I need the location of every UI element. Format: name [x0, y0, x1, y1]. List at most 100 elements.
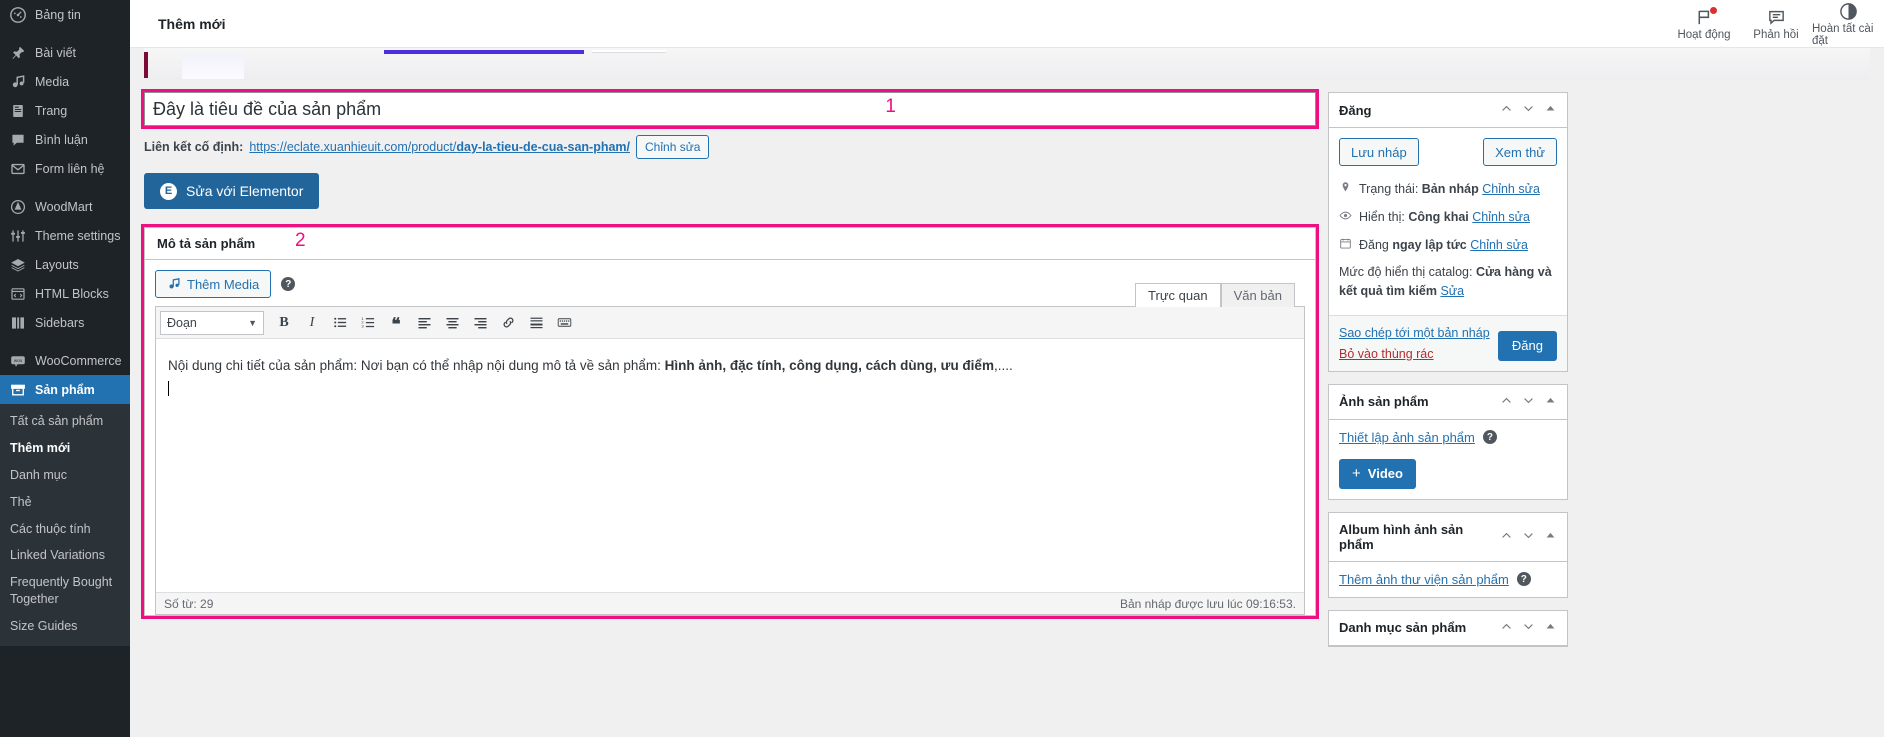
move-up-icon[interactable] — [1500, 102, 1513, 118]
move-up-icon[interactable] — [1500, 394, 1513, 410]
sidebar-label: WooCommerce — [35, 353, 122, 368]
media-row: Thêm Media ? Trực quan Văn bản — [155, 268, 1305, 307]
feedback-button[interactable]: Phản hồi — [1740, 0, 1812, 48]
product-title-input[interactable]: Đây là tiêu đề của sản phẩm — [141, 89, 1319, 129]
feedback-label: Phản hồi — [1753, 28, 1799, 41]
product-gallery-metabox-body: Thêm ảnh thư viện sản phẩm ? — [1329, 562, 1567, 597]
sidebar-item-woodmart[interactable]: WoodMart — [0, 192, 130, 221]
sidebar-item-layouts[interactable]: Layouts — [0, 250, 130, 279]
move-up-icon[interactable] — [1500, 620, 1513, 636]
sidebar-item-media[interactable]: Media — [0, 67, 130, 96]
link-icon[interactable] — [495, 311, 521, 335]
move-down-icon[interactable] — [1522, 620, 1535, 636]
publish-metabox-body: Lưu nháp Xem thử Trạng thái: Bản nháp Ch… — [1329, 128, 1567, 315]
page-title: Thêm mới — [158, 15, 226, 32]
sidebar-item-dashboard[interactable]: Bảng tin — [0, 0, 130, 29]
publish-metabox-title: Đăng — [1339, 102, 1372, 118]
sidebar-item-comments[interactable]: Bình luận — [0, 125, 130, 154]
autosave-notice: Bản nháp được lưu lúc 09:16:53. — [1119, 596, 1296, 611]
bulleted-list-icon[interactable] — [327, 311, 353, 335]
metabox-controls — [1500, 102, 1557, 118]
format-select[interactable]: Đoạn ▼ — [160, 310, 264, 335]
activity-button[interactable]: Hoạt động — [1668, 0, 1740, 48]
permalink-link[interactable]: https://eclate.xuanhieuit.com/product/da… — [249, 140, 630, 154]
help-icon[interactable]: ? — [1516, 572, 1531, 587]
align-right-icon[interactable] — [467, 311, 493, 335]
copy-to-draft-link[interactable]: Sao chép tới một bản nháp — [1339, 326, 1490, 340]
preview-button[interactable]: Xem thử — [1483, 138, 1557, 166]
move-to-trash-link[interactable]: Bỏ vào thùng rác — [1339, 347, 1490, 361]
move-up-icon[interactable] — [1500, 529, 1513, 545]
woo-icon: woo — [9, 352, 27, 370]
sidebar-item-woocommerce[interactable]: woo WooCommerce — [0, 346, 130, 375]
submenu-item-frequently-bought-together[interactable]: Frequently Bought Together — [0, 569, 130, 613]
sidebar-item-products[interactable]: Sản phẩm — [0, 375, 130, 404]
publish-button[interactable]: Đăng — [1497, 330, 1557, 361]
text-caret — [168, 380, 169, 396]
sidebar-item-theme-settings[interactable]: Theme settings — [0, 221, 130, 250]
sidebar-item-contact-form[interactable]: Form liên hệ — [0, 154, 130, 183]
edit-status-link[interactable]: Chỉnh sửa — [1482, 182, 1540, 196]
elementor-panel-remnant — [144, 48, 1870, 80]
add-gallery-row: Thêm ảnh thư viện sản phẩm ? — [1339, 572, 1557, 587]
sidebar-item-pages[interactable]: Trang — [0, 96, 130, 125]
comment-icon — [9, 131, 27, 149]
add-video-button[interactable]: + Video — [1339, 458, 1416, 489]
sidebar-label: Media — [35, 74, 70, 89]
submenu-item-add-new[interactable]: Thêm mới — [0, 435, 130, 462]
edit-schedule-link[interactable]: Chỉnh sửa — [1470, 238, 1528, 252]
pin-marker-icon — [1339, 180, 1353, 200]
product-categories-metabox: Danh mục sản phẩm — [1328, 609, 1568, 647]
submenu-item-size-guides[interactable]: Size Guides — [0, 613, 130, 640]
edit-visibility-link[interactable]: Chỉnh sửa — [1472, 210, 1530, 224]
submenu-item-all-products[interactable]: Tất cả sản phẩm — [0, 408, 130, 435]
remnant-box — [182, 53, 244, 79]
sidebar-item-html-blocks[interactable]: HTML Blocks — [0, 279, 130, 308]
read-more-icon[interactable] — [523, 311, 549, 335]
page-icon — [9, 102, 27, 120]
help-icon[interactable]: ? — [1482, 430, 1497, 445]
feedback-icon — [1767, 8, 1786, 28]
toggle-panel-icon[interactable] — [1544, 529, 1557, 545]
set-product-image-link[interactable]: Thiết lập ảnh sản phẩm — [1339, 430, 1475, 445]
sidebar-item-posts[interactable]: Bài viết — [0, 38, 130, 67]
product-image-metabox-title: Ảnh sản phẩm — [1339, 394, 1429, 410]
move-down-icon[interactable] — [1522, 102, 1535, 118]
toggle-panel-icon[interactable] — [1544, 620, 1557, 636]
tab-visual[interactable]: Trực quan — [1135, 283, 1221, 307]
remnant-progress-bar-2 — [592, 50, 666, 53]
submenu-item-attributes[interactable]: Các thuộc tính — [0, 516, 130, 543]
tab-text[interactable]: Văn bản — [1220, 283, 1295, 307]
products-submenu: Tất cả sản phẩm Thêm mới Danh mục Thẻ Cá… — [0, 404, 130, 646]
bold-icon[interactable]: B — [271, 311, 297, 335]
submenu-item-categories[interactable]: Danh mục — [0, 462, 130, 489]
toggle-panel-icon[interactable] — [1544, 102, 1557, 118]
add-media-button[interactable]: Thêm Media — [155, 270, 272, 298]
numbered-list-icon[interactable]: 123 — [355, 311, 381, 335]
sidebars-icon — [9, 314, 27, 332]
sidebar-item-sidebars[interactable]: Sidebars — [0, 308, 130, 337]
format-select-value: Đoạn — [167, 315, 197, 330]
edit-permalink-button[interactable]: Chỉnh sửa — [636, 135, 710, 159]
permalink-slug: day-la-tieu-de-cua-san-pham/ — [456, 140, 631, 154]
toggle-panel-icon[interactable] — [1544, 394, 1557, 410]
toolbar-toggle-icon[interactable] — [551, 311, 577, 335]
move-down-icon[interactable] — [1522, 394, 1535, 410]
italic-icon[interactable]: I — [299, 311, 325, 335]
products-icon — [9, 381, 27, 399]
align-left-icon[interactable] — [411, 311, 437, 335]
finish-setup-button[interactable]: Hoàn tất cài đặt — [1812, 0, 1884, 48]
visibility-label: Hiển thị: — [1359, 209, 1405, 224]
edit-catalog-link[interactable]: Sửa — [1440, 284, 1464, 298]
help-icon[interactable]: ? — [281, 277, 296, 291]
submenu-item-tags[interactable]: Thẻ — [0, 489, 130, 516]
align-center-icon[interactable] — [439, 311, 465, 335]
submenu-item-linked-variations[interactable]: Linked Variations — [0, 542, 130, 569]
edit-with-elementor-button[interactable]: E Sửa với Elementor — [144, 173, 320, 209]
save-draft-button[interactable]: Lưu nháp — [1339, 138, 1419, 166]
blockquote-icon[interactable]: ❝ — [383, 311, 409, 335]
word-count: Số từ: 29 — [164, 596, 214, 611]
move-down-icon[interactable] — [1522, 529, 1535, 545]
editor-content-area[interactable]: Nội dung chi tiết của sản phẩm: Nơi bạn … — [156, 339, 1304, 592]
add-gallery-images-link[interactable]: Thêm ảnh thư viện sản phẩm — [1339, 572, 1509, 587]
